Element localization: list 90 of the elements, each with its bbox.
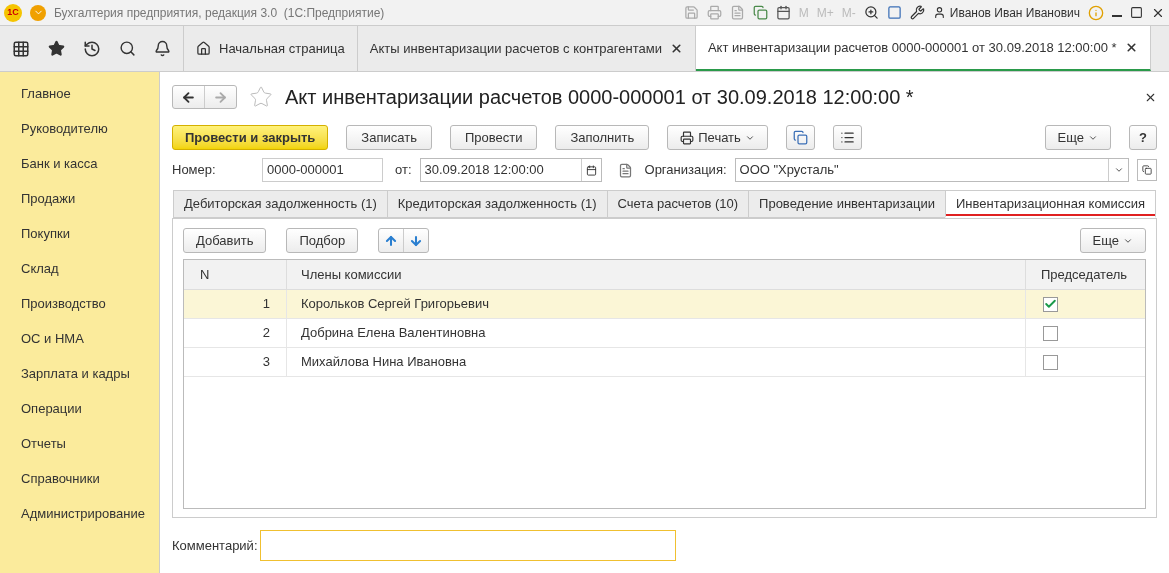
column-header: Председатель (1040, 265, 1129, 284)
organization-label: Организация: (644, 161, 727, 180)
save-icon (683, 5, 699, 20)
window-title: Бухгалтерия предприятия, редакция 3.0 (1С:Предприятие) (54, 4, 385, 22)
table-button[interactable]: Подбор (286, 228, 359, 253)
form-title: Акт инвентаризации расчетов 0000-000001 от 30.09.2018 12:00:00 * (285, 85, 914, 110)
right-arrow-icon (213, 89, 228, 105)
sidebar-item[interactable]: ОС и НМА (21, 321, 159, 356)
post-and-close-button[interactable]: Провести и закрыть (172, 125, 329, 150)
table-cell: Михайлова Нина Ивановна (287, 348, 1026, 376)
document-icon (729, 5, 745, 20)
maximize-icon (1130, 6, 1143, 19)
info-icon (1088, 4, 1104, 21)
column-header: Члены комиссии (287, 260, 1026, 289)
bell-icon (154, 40, 171, 57)
panel-icon (886, 5, 902, 20)
user-icon (932, 6, 946, 19)
document-icon (617, 162, 633, 178)
close-icon (669, 42, 683, 55)
printer-icon (706, 5, 722, 20)
open-button[interactable] (1137, 159, 1157, 181)
checkbox[interactable] (1043, 296, 1058, 312)
toolbar-button[interactable]: Провести (449, 125, 538, 150)
close-icon (1124, 41, 1138, 54)
form-tab[interactable]: Проведение инвентаризации (748, 190, 946, 218)
window-tab[interactable]: Акты инвентаризации расчетов с контрагентами (357, 26, 696, 71)
form-tab[interactable]: Счета расчетов (10) (606, 190, 750, 218)
sidebar-item[interactable]: Справочники (21, 461, 159, 496)
sidebar-item[interactable]: Руководителю (21, 111, 159, 146)
history-icon (83, 39, 101, 58)
date-field[interactable]: 30.09.2018 12:00:00 (419, 158, 602, 182)
sidebar-item[interactable]: Банк и касса (21, 146, 159, 181)
apps-icon (12, 39, 30, 58)
sidebar-item[interactable]: Продажи (21, 181, 159, 216)
calendar-icon (775, 5, 791, 20)
date-label: от: (395, 161, 412, 180)
list-icon (839, 130, 855, 145)
more-button[interactable]: Еще (1044, 125, 1112, 150)
more-button[interactable]: Еще (1079, 228, 1146, 253)
user-name[interactable]: Иванов Иван Иванович (949, 3, 1080, 22)
sidebar-item[interactable]: Отчеты (21, 426, 159, 461)
print-button[interactable]: Печать (667, 125, 768, 150)
column-header: N (184, 260, 287, 289)
sidebar-item[interactable]: Операции (21, 391, 159, 426)
table-cell: Добрина Елена Валентиновна (287, 319, 1026, 347)
sidebar-item[interactable]: Главное (21, 76, 159, 111)
toolbar-button[interactable]: Записать (346, 125, 432, 150)
structure-icon (792, 130, 808, 145)
number-label: Номер: (172, 161, 217, 180)
toolbar-button[interactable]: Заполнить (555, 125, 650, 150)
caret-icon[interactable] (1113, 165, 1124, 175)
table-button[interactable]: Добавить (183, 228, 267, 253)
sidebar-item[interactable]: Администрирование (21, 496, 159, 531)
window-tab[interactable]: Акт инвентаризации расчетов 0000-000001 от 30.09.2018 12:00:00 * (695, 26, 1151, 71)
window-tab[interactable]: Начальная страница (184, 26, 358, 71)
printer-icon (680, 130, 695, 145)
zoom-icon (863, 5, 879, 20)
table-cell: 2 (184, 319, 287, 347)
calendar-icon (585, 164, 597, 176)
form-tab[interactable]: Дебиторская задолженность (1) (173, 190, 388, 218)
comment-label: Комментарий: (172, 536, 258, 555)
number-field[interactable]: 0000-000001 (262, 158, 383, 182)
table-cell: 1 (184, 290, 287, 318)
sidebar-item[interactable]: Покупки (21, 216, 159, 251)
list-button[interactable] (832, 125, 862, 150)
home-icon (196, 41, 211, 56)
form-tab[interactable]: Кредиторская задолженность (1) (386, 190, 608, 218)
structure-button[interactable] (785, 125, 815, 150)
open-icon (1142, 165, 1152, 175)
star-icon (48, 40, 65, 57)
help-button[interactable]: ? (1129, 125, 1157, 150)
organization-field[interactable]: ООО "Хрусталь" (734, 158, 1129, 182)
checkbox[interactable] (1043, 354, 1058, 370)
table-cell: Корольков Сергей Григорьевич (287, 290, 1026, 318)
form-tab[interactable]: Инвентаризационная комиссия (944, 190, 1157, 218)
favorite-star-icon (249, 85, 273, 109)
sidebar-item[interactable]: Производство (21, 286, 159, 321)
table-row[interactable]: 3 Михайлова Нина Ивановна (184, 348, 1145, 377)
wrench-icon (909, 5, 925, 20)
table-row[interactable]: 2 Добрина Елена Валентиновна (184, 319, 1145, 348)
sidebar-item[interactable]: Зарплата и кадры (21, 356, 159, 391)
copy-icon (752, 5, 768, 20)
table-row[interactable]: 1 Корольков Сергей Григорьевич (184, 290, 1145, 319)
comment-field[interactable] (259, 530, 676, 561)
minimize-icon[interactable] (1112, 14, 1122, 17)
search-icon (119, 40, 136, 57)
table-cell: 3 (184, 348, 287, 376)
app-logo: 1С (4, 3, 22, 22)
checkbox[interactable] (1043, 325, 1058, 341)
sidebar-item[interactable]: Склад (21, 251, 159, 286)
